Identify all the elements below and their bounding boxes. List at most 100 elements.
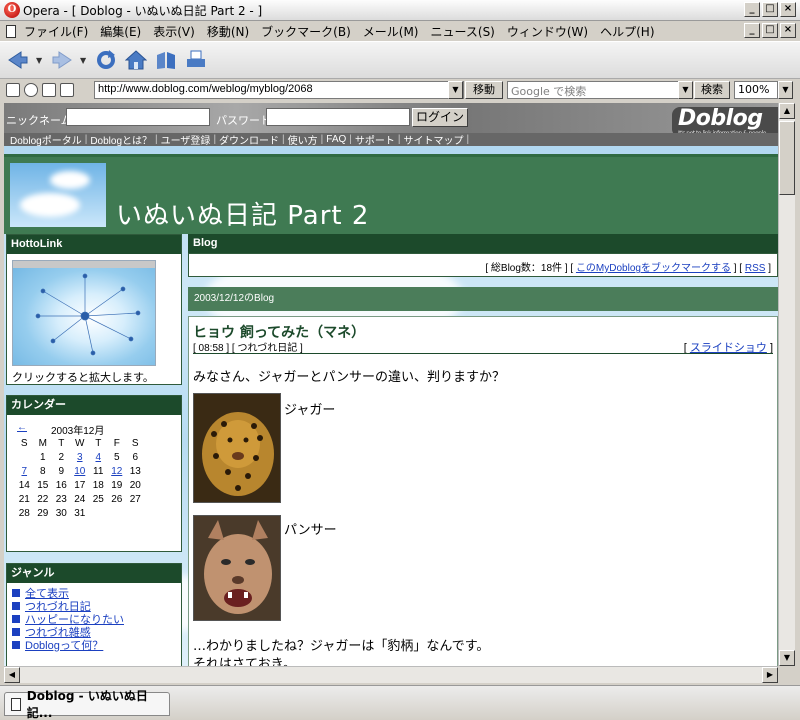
- post-intro: みなさん、ジャガーとパンサーの違い、判りますか？: [193, 370, 506, 385]
- menu-view[interactable]: 表示(V): [153, 23, 195, 40]
- rss-link[interactable]: RSS: [745, 263, 766, 274]
- search-button[interactable]: 検索: [694, 81, 730, 99]
- print-small-icon[interactable]: [60, 83, 74, 97]
- weekday-sun: S: [20, 437, 28, 449]
- search-input[interactable]: Google で検索: [507, 81, 679, 99]
- genre-item[interactable]: ハッピーになりたい: [12, 614, 124, 627]
- panther-photo[interactable]: [193, 515, 281, 621]
- nav-portal[interactable]: Doblogポータル: [8, 132, 84, 147]
- forward-icon[interactable]: [50, 48, 74, 72]
- zoom-dropdown-icon[interactable]: ▼: [778, 81, 793, 99]
- reload-icon[interactable]: [94, 48, 118, 72]
- forward-history-icon[interactable]: ▼: [80, 56, 88, 65]
- genre-item[interactable]: つれづれ日記: [12, 601, 124, 614]
- bullet-icon: [12, 615, 20, 623]
- genre-item[interactable]: 全て表示: [12, 588, 124, 601]
- navigation-toolbar: ▼ ▼: [0, 41, 800, 79]
- back-icon[interactable]: [6, 48, 30, 72]
- mdi-restore-button[interactable]: □: [762, 23, 778, 38]
- nickname-field[interactable]: [66, 108, 210, 126]
- menu-bookmarks[interactable]: ブックマーク(B): [261, 23, 351, 40]
- login-button[interactable]: ログイン: [412, 108, 468, 127]
- hottolink-map-image[interactable]: [12, 260, 156, 366]
- close-button[interactable]: ×: [780, 2, 796, 17]
- calendar-day[interactable]: 4: [89, 450, 108, 464]
- nav-faq[interactable]: FAQ: [324, 134, 348, 145]
- menu-edit[interactable]: 編集(E): [100, 23, 141, 40]
- menu-news[interactable]: ニュース(S): [430, 23, 494, 40]
- menu-mail[interactable]: メール(M): [363, 23, 419, 40]
- genre-item-label[interactable]: ハッピーになりたい: [25, 614, 124, 626]
- home-icon[interactable]: [124, 48, 148, 72]
- cookie-icon[interactable]: [24, 83, 38, 97]
- post-line-2: それはさておき。: [193, 657, 296, 666]
- calendar-day[interactable]: 7: [15, 464, 34, 478]
- vertical-scrollbar[interactable]: ▲ ▼: [778, 103, 795, 666]
- calendar-week: 1 2 3 4 5 6: [15, 450, 145, 464]
- search-engine-dropdown-icon[interactable]: ▼: [678, 81, 693, 99]
- scroll-left-icon[interactable]: ◀: [4, 667, 20, 683]
- genre-item[interactable]: つれづれ雑感: [12, 627, 124, 640]
- genre-item[interactable]: Doblogって何？: [12, 640, 124, 653]
- mdi-minimize-button[interactable]: _: [744, 23, 760, 38]
- stats-end: ]: [768, 263, 771, 274]
- jaguar-photo[interactable]: [193, 393, 281, 503]
- page-tab[interactable]: Doblog - いぬいぬ日記...: [4, 689, 170, 720]
- password-field[interactable]: [266, 108, 410, 126]
- zoom-select[interactable]: 100%: [734, 81, 778, 99]
- bullet-icon: [12, 602, 20, 610]
- calendar-day[interactable]: 12: [108, 464, 127, 478]
- back-history-icon[interactable]: ▼: [36, 56, 44, 65]
- page-info-icon[interactable]: [6, 83, 20, 97]
- hotlist-icon[interactable]: [154, 48, 178, 72]
- menu-window[interactable]: ウィンドウ(W): [507, 23, 588, 40]
- new-page-icon[interactable]: [42, 83, 56, 97]
- mdi-close-button[interactable]: ×: [780, 23, 796, 38]
- calendar-day[interactable]: 10: [71, 464, 90, 478]
- genre-item-label[interactable]: Doblogって何？: [25, 640, 103, 652]
- document-icon[interactable]: [6, 24, 16, 38]
- scroll-down-icon[interactable]: ▼: [779, 650, 795, 666]
- scroll-up-icon[interactable]: ▲: [779, 103, 795, 119]
- genre-item-label[interactable]: 全て表示: [25, 588, 69, 600]
- nav-sitemap[interactable]: サイトマップ: [402, 132, 466, 147]
- calendar-day: 6: [132, 451, 139, 463]
- nav-about[interactable]: Doblogとは？: [88, 132, 154, 147]
- print-icon[interactable]: [184, 48, 208, 72]
- genre-item-label[interactable]: つれづれ日記: [25, 601, 91, 613]
- calendar-day: 20: [129, 479, 141, 491]
- url-field[interactable]: http://www.doblog.com/weblog/myblog/2068: [94, 81, 464, 99]
- calendar-day: 16: [55, 479, 67, 491]
- title-bar: O Opera - [ Doblog - いぬいぬ日記 Part 2 - ] _…: [0, 0, 800, 21]
- menu-help[interactable]: ヘルプ(H): [600, 23, 654, 40]
- scroll-right-icon[interactable]: ▶: [762, 667, 778, 683]
- calendar-prev-link[interactable]: ←: [17, 422, 27, 433]
- menu-navigate[interactable]: 移動(N): [207, 23, 249, 40]
- menu-file[interactable]: ファイル(F): [24, 23, 88, 40]
- calendar-day: 1: [39, 451, 46, 463]
- calendar-week: 21 22 23 24 25 26 27: [15, 492, 145, 506]
- bullet-icon: [12, 641, 20, 649]
- weekday-wed: W: [75, 437, 85, 449]
- weekday-tue: T: [58, 437, 65, 449]
- opera-o-icon[interactable]: O: [4, 2, 20, 18]
- calendar-day: 31: [74, 507, 86, 519]
- bookmark-link[interactable]: このMyDoblogをブックマークする: [576, 263, 731, 274]
- blog-title[interactable]: いぬいぬ日記 Part 2: [116, 195, 369, 232]
- calendar-week: 7 8 9 10 11 12 13: [15, 464, 145, 478]
- minimize-button[interactable]: _: [744, 2, 760, 17]
- calendar-week: 14 15 16 17 18 19 20: [15, 478, 145, 492]
- url-dropdown-icon[interactable]: ▼: [448, 81, 463, 99]
- genre-heading: ジャンル: [7, 564, 181, 583]
- nav-howto[interactable]: 使い方: [286, 132, 320, 147]
- nav-download[interactable]: ダウンロード: [217, 132, 281, 147]
- calendar-day[interactable]: 3: [71, 450, 90, 464]
- link-graph-icon: [13, 261, 155, 356]
- genre-item-label[interactable]: つれづれ雑感: [25, 627, 91, 639]
- nav-register[interactable]: ユーザ登録: [159, 132, 213, 147]
- horizontal-scrollbar[interactable]: ◀ ▶: [4, 666, 778, 683]
- maximize-button[interactable]: □: [762, 2, 778, 17]
- go-button[interactable]: 移動: [465, 81, 503, 99]
- nav-support[interactable]: サポート: [353, 132, 397, 147]
- vertical-scroll-thumb[interactable]: [779, 121, 795, 195]
